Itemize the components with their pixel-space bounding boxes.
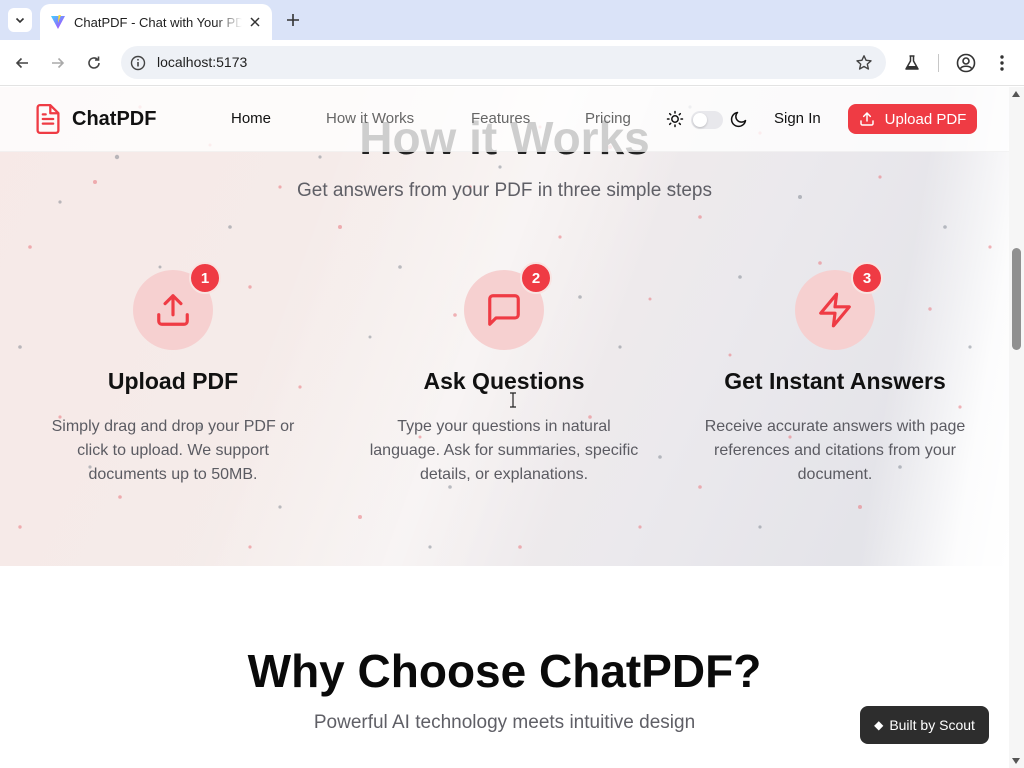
step-description: Type your questions in natural language.… [369, 418, 639, 483]
reload-icon [88, 56, 100, 69]
step-description: Simply drag and drop your PDF or click t… [51, 418, 295, 483]
how-it-works-section: How it Works Get answers from your PDF i… [0, 87, 1009, 566]
step-number-badge: 1 [189, 262, 221, 294]
how-it-works-subtitle: Get answers from your PDF in three simpl… [297, 180, 712, 201]
step-title: Ask Questions [423, 368, 585, 394]
step-number-badge: 2 [520, 262, 552, 294]
plus-icon [287, 14, 299, 26]
browser-tab-active[interactable]: ChatPDF - Chat with Your PDF [40, 4, 272, 40]
new-tab-button[interactable] [282, 9, 304, 31]
moon-icon [730, 111, 747, 128]
bookmark-star-icon[interactable] [854, 53, 874, 73]
upload-icon [157, 294, 189, 326]
arrow-right-icon [52, 57, 65, 69]
browser-menu-icon[interactable] [990, 51, 1014, 75]
scrollbar-thumb[interactable] [1012, 248, 1021, 350]
step-icon-circle: 2 [464, 262, 552, 350]
brand-logo[interactable]: ChatPDF [34, 104, 156, 134]
labs-flask-icon[interactable] [900, 51, 924, 75]
tab-title: ChatPDF - Chat with Your PDF [74, 14, 242, 30]
reload-button[interactable] [82, 51, 106, 75]
step-description: Receive accurate answers with page refer… [704, 418, 966, 483]
theme-toggle-switch[interactable] [691, 111, 723, 129]
sign-in-link[interactable]: Sign In [774, 110, 821, 127]
text-cursor-icon [510, 392, 516, 408]
arrow-left-icon [15, 57, 28, 69]
step-card-ask: 2 Ask Questions Type your questions in n… [354, 262, 654, 487]
step-title: Upload PDF [107, 368, 239, 394]
file-text-icon [36, 104, 60, 134]
upload-pdf-label: Upload PDF [884, 110, 967, 128]
why-choose-heading: Why Choose ChatPDF? [247, 645, 762, 697]
site-navbar: ChatPDF Home How it Works Features Prici… [0, 87, 1009, 152]
zap-icon [819, 292, 851, 328]
tab-list-button[interactable] [8, 8, 32, 32]
nav-link-features[interactable]: Features [471, 110, 530, 127]
step-card-answers: 3 Get Instant Answers Receive accurate a… [685, 262, 985, 487]
forward-button[interactable] [46, 51, 70, 75]
scroll-down-arrow-icon[interactable] [1012, 758, 1020, 764]
sun-icon [666, 110, 684, 128]
browser-toolbar: localhost:5173 [0, 40, 1024, 86]
upload-pdf-button[interactable]: Upload PDF [848, 104, 977, 134]
nav-link-pricing[interactable]: Pricing [585, 110, 631, 127]
message-square-icon [488, 294, 520, 326]
url-text[interactable]: localhost:5173 [157, 54, 247, 70]
chevron-down-icon [15, 17, 25, 24]
step-icon-circle: 3 [795, 262, 883, 350]
step-card-upload: 1 Upload PDF Simply drag and drop your P… [23, 262, 323, 487]
step-title: Get Instant Answers [724, 368, 946, 394]
built-by-scout-badge[interactable]: ◆ Built by Scout [860, 706, 989, 744]
upload-icon [859, 112, 874, 126]
page-scrollbar[interactable] [1009, 87, 1024, 768]
step-icon-circle: 1 [133, 262, 221, 350]
toggle-knob [693, 113, 707, 127]
browser-tab-strip: ChatPDF - Chat with Your PDF [0, 0, 1024, 40]
page-viewport: How it Works Get answers from your PDF i… [0, 87, 1009, 768]
nav-link-how-it-works[interactable]: How it Works [326, 110, 414, 127]
built-by-scout-label: Built by Scout [889, 717, 975, 733]
nav-link-home[interactable]: Home [231, 110, 271, 127]
why-choose-subtitle: Powerful AI technology meets intuitive d… [313, 712, 696, 733]
scroll-up-arrow-icon[interactable] [1012, 91, 1020, 97]
back-button[interactable] [10, 51, 34, 75]
scout-icon: ◆ [874, 718, 884, 732]
vite-favicon-icon [50, 14, 66, 30]
address-bar[interactable]: localhost:5173 [121, 46, 886, 79]
toolbar-separator [938, 54, 939, 72]
site-info-icon[interactable] [129, 54, 146, 71]
brand-name: ChatPDF [72, 107, 157, 130]
profile-avatar-icon[interactable] [954, 51, 978, 75]
step-number-badge: 3 [851, 262, 883, 294]
close-tab-icon[interactable] [246, 13, 264, 31]
